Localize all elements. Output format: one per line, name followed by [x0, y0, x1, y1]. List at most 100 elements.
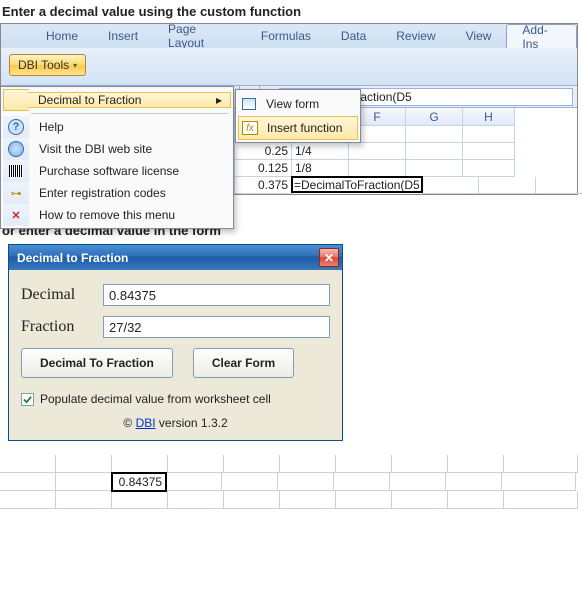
tab-home[interactable]: Home — [31, 24, 93, 48]
tab-view[interactable]: View — [451, 24, 507, 48]
form-icon — [242, 98, 256, 110]
tab-add-ins[interactable]: Add-Ins — [506, 24, 577, 48]
mini-cell-f3[interactable] — [280, 491, 336, 509]
menu-purchase[interactable]: Purchase software license — [3, 160, 231, 182]
menu-separator — [31, 113, 228, 114]
tab-formulas[interactable]: Formulas — [246, 24, 326, 48]
dbi-tools-label: DBI Tools — [18, 58, 69, 72]
mini-cell-j3[interactable] — [504, 491, 578, 509]
menu-item-label: How to remove this menu — [39, 208, 175, 222]
submenu-arrow-icon: ▸ — [216, 93, 222, 107]
decimal-input[interactable]: 0.84375 — [103, 284, 330, 306]
cell-e4[interactable]: 1/8 — [292, 160, 349, 177]
mini-cell-b1[interactable] — [56, 455, 112, 473]
submenu-insert-function[interactable]: fx Insert function — [238, 116, 358, 140]
mini-cell-f2[interactable] — [278, 473, 334, 491]
cell-g2[interactable] — [406, 126, 463, 143]
cell-h5[interactable] — [536, 177, 582, 194]
dialog-title: Decimal to Fraction — [17, 251, 128, 265]
dbi-link[interactable]: DBI — [136, 416, 156, 430]
mini-cell-j2[interactable] — [502, 473, 576, 491]
dbi-tools-button[interactable]: DBI Tools ▾ — [9, 54, 86, 76]
cell-h2[interactable] — [463, 126, 515, 143]
cell-d4[interactable]: 0.125 — [235, 160, 292, 177]
cell-f5[interactable] — [422, 177, 479, 194]
mini-cell-e1[interactable] — [224, 455, 280, 473]
mini-cell-i1[interactable] — [448, 455, 504, 473]
fx-icon: fx — [242, 121, 258, 135]
mini-cell-d3[interactable] — [168, 491, 224, 509]
mini-cell-h1[interactable] — [392, 455, 448, 473]
tab-review[interactable]: Review — [381, 24, 450, 48]
mini-cell-g3[interactable] — [336, 491, 392, 509]
col-header-g[interactable]: G — [406, 108, 463, 126]
mini-cell-g2[interactable] — [334, 473, 390, 491]
cell-g4[interactable] — [406, 160, 463, 177]
cell-e5-active[interactable]: =DecimalToFraction(D5 — [291, 176, 423, 193]
mini-cell-c3[interactable] — [112, 491, 168, 509]
cell-d5[interactable]: 0.375 — [235, 177, 292, 194]
mini-cell-a2[interactable] — [0, 473, 56, 491]
mini-cell-j1[interactable] — [504, 455, 578, 473]
help-icon: ? — [8, 119, 24, 135]
mini-cell-e3[interactable] — [224, 491, 280, 509]
menu-help[interactable]: ? Help — [3, 116, 231, 138]
mini-cell-c2-selected[interactable]: 0.84375 — [111, 472, 167, 492]
mini-cell-f1[interactable] — [280, 455, 336, 473]
mini-cell-b3[interactable] — [56, 491, 112, 509]
col-header-h[interactable]: H — [463, 108, 515, 126]
populate-checkbox[interactable] — [21, 393, 34, 406]
close-icon[interactable]: ✕ — [319, 248, 339, 267]
decimal-to-fraction-dialog: Decimal to Fraction ✕ Decimal 0.84375 Fr… — [8, 244, 343, 441]
submenu-view-form[interactable]: View form — [238, 92, 358, 116]
dbi-submenu: View form fx Insert function — [235, 89, 361, 143]
excel-window: Home Insert Page Layout Formulas Data Re… — [0, 23, 578, 195]
mini-cell-d2[interactable] — [166, 473, 222, 491]
menu-register[interactable]: ⊶ Enter registration codes — [3, 182, 231, 204]
cell-g5[interactable] — [479, 177, 536, 194]
decimal-to-fraction-button[interactable]: Decimal To Fraction — [21, 348, 173, 378]
cell-h4[interactable] — [463, 160, 515, 177]
fraction-label: Fraction — [21, 318, 103, 336]
mini-cell-i2[interactable] — [446, 473, 502, 491]
caption-1: Enter a decimal value using the custom f… — [0, 0, 582, 23]
mini-cell-h2[interactable] — [390, 473, 446, 491]
tab-data[interactable]: Data — [326, 24, 381, 48]
cell-f4[interactable] — [349, 160, 406, 177]
cell-f3[interactable] — [349, 143, 406, 160]
menu-item-label: Enter registration codes — [39, 186, 166, 200]
chevron-down-icon: ▾ — [73, 61, 77, 70]
menu-decimal-to-fraction[interactable]: Decimal to Fraction▸ View form fx Insert… — [3, 89, 231, 111]
cell-d3[interactable]: 0.25 — [235, 143, 292, 160]
cell-h3[interactable] — [463, 143, 515, 160]
submenu-label: View form — [260, 97, 358, 111]
menu-remove[interactable]: ✕ How to remove this menu — [3, 204, 231, 226]
tab-insert[interactable]: Insert — [93, 24, 153, 48]
mini-cell-g1[interactable] — [336, 455, 392, 473]
menu-item-label: Visit the DBI web site — [39, 142, 152, 156]
mini-worksheet[interactable]: 0.84375 — [0, 455, 578, 509]
menu-item-label: Purchase software license — [39, 164, 179, 178]
mini-cell-d1[interactable] — [168, 455, 224, 473]
cell-g3[interactable] — [406, 143, 463, 160]
fraction-input[interactable]: 27/32 — [103, 316, 330, 338]
dialog-titlebar[interactable]: Decimal to Fraction ✕ — [9, 245, 342, 270]
delete-icon: ✕ — [8, 207, 24, 223]
mini-cell-e2[interactable] — [222, 473, 278, 491]
clear-form-button[interactable]: Clear Form — [193, 348, 294, 378]
tab-page-layout[interactable]: Page Layout — [153, 24, 246, 48]
globe-icon — [8, 141, 24, 157]
menu-visit-site[interactable]: Visit the DBI web site — [3, 138, 231, 160]
mini-cell-h3[interactable] — [392, 491, 448, 509]
mini-cell-i3[interactable] — [448, 491, 504, 509]
mini-cell-b2[interactable] — [56, 473, 112, 491]
ribbon-tabs: Home Insert Page Layout Formulas Data Re… — [1, 24, 577, 48]
credit-line: © DBI version 1.3.2 — [21, 416, 330, 430]
cell-e3[interactable]: 1/4 — [292, 143, 349, 160]
mini-cell-a3[interactable] — [0, 491, 56, 509]
copyright-symbol: © — [123, 416, 135, 430]
mini-cell-c1[interactable] — [112, 455, 168, 473]
mini-cell-a1[interactable] — [0, 455, 56, 473]
decimal-label: Decimal — [21, 286, 103, 304]
menu-item-label: Decimal to Fraction — [38, 93, 141, 107]
